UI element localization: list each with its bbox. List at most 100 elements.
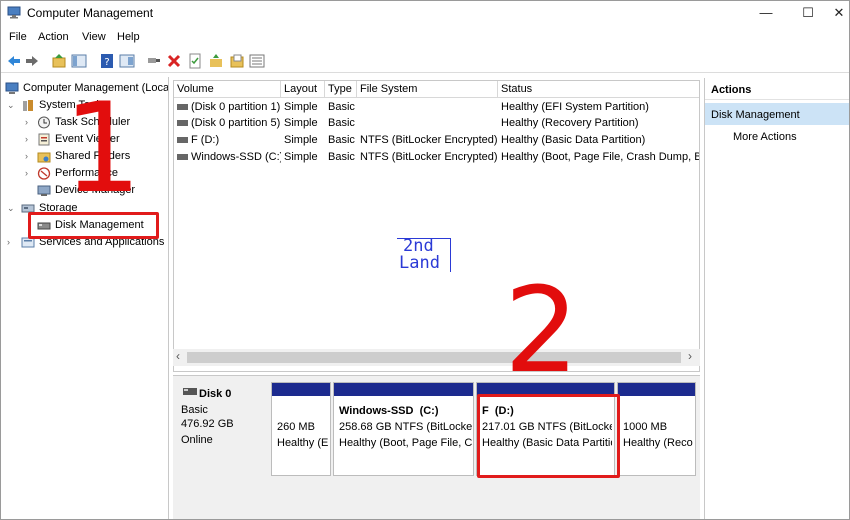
window-title: Computer Management: [27, 6, 154, 20]
collapse-arrow-icon[interactable]: ⌄: [7, 100, 15, 111]
disk-name: Disk 0: [199, 388, 232, 400]
forward-arrow-icon[interactable]: [24, 53, 40, 69]
disk-info[interactable]: Disk 0 Basic 476.92 GB Online: [177, 381, 269, 477]
actions-pane: Actions Disk Management More Actions: [704, 78, 849, 519]
delete-icon[interactable]: [166, 53, 182, 69]
scrollbar-thumb[interactable]: [187, 352, 681, 363]
tools-icon: [23, 100, 33, 111]
checklist-icon[interactable]: [187, 53, 203, 69]
up-folder-icon[interactable]: [51, 53, 67, 69]
partition-windows-ssd[interactable]: Windows-SSD (C:) 258.68 GB NTFS (BitLock…: [333, 382, 474, 476]
cell-status: Healthy (Recovery Partition): [501, 117, 639, 129]
partition-bar: [334, 383, 473, 396]
step-1-marker: 1: [63, 77, 142, 221]
partition-status: Healthy (Reco: [623, 437, 693, 449]
open-folder-icon[interactable]: [229, 53, 245, 69]
properties-icon[interactable]: [119, 53, 135, 69]
partition-status: Healthy (E: [277, 437, 329, 449]
volume-icon: [177, 104, 188, 110]
column-header-volume[interactable]: Volume: [174, 81, 281, 98]
scroll-right-icon[interactable]: ›: [688, 349, 692, 363]
partition-recovery[interactable]: 1000 MB Healthy (Reco: [617, 382, 696, 476]
disk-type: Basic: [181, 404, 208, 416]
svg-text:?: ?: [104, 57, 109, 68]
list-view-icon[interactable]: [249, 53, 265, 69]
toolbar: ?: [1, 49, 849, 73]
show-tree-icon[interactable]: [71, 53, 87, 69]
collapse-arrow-icon[interactable]: ⌄: [7, 203, 15, 214]
cell-layout: Simple: [284, 117, 318, 129]
disk-icon: [183, 388, 197, 395]
computer-management-window: Computer Management — ☐ ✕ File Action Vi…: [0, 0, 850, 520]
clock-icon: [38, 116, 50, 129]
device-manager-icon: [37, 185, 51, 196]
cell-status: Healthy (Boot, Page File, Crash Dump, Ba…: [501, 151, 699, 163]
cell-layout: Simple: [284, 134, 318, 146]
partition-bar: [618, 383, 695, 396]
cell-file-system: [357, 115, 498, 132]
cell-volume: (Disk 0 partition 1): [191, 101, 281, 113]
title-bar: Computer Management — ☐ ✕: [1, 1, 849, 25]
table-row[interactable]: (Disk 0 partition 1) Simple Basic Health…: [174, 99, 699, 116]
action-disk-management[interactable]: Disk Management: [705, 103, 849, 125]
volume-list-header: Volume Layout Type File System Status: [174, 81, 699, 98]
expand-arrow-icon[interactable]: ›: [25, 151, 28, 161]
menu-help[interactable]: Help: [117, 31, 140, 43]
event-viewer-icon: [38, 133, 50, 146]
volume-icon: [177, 120, 188, 126]
shared-folder-icon: [37, 152, 51, 163]
table-row[interactable]: Windows-SSD (C:) Simple Basic NTFS (BitL…: [174, 149, 699, 166]
expand-arrow-icon[interactable]: ›: [25, 168, 28, 178]
partition-efi[interactable]: 260 MB Healthy (E: [271, 382, 331, 476]
watermark-frame: [397, 238, 451, 272]
volume-list: Volume Layout Type File System Status (D…: [173, 80, 700, 372]
cell-status: Healthy (EFI System Partition): [501, 101, 649, 113]
maximize-button[interactable]: ☐: [788, 3, 828, 23]
cell-type: Basic: [328, 151, 355, 163]
computer-management-icon: [7, 6, 21, 19]
column-header-file-system[interactable]: File System: [357, 81, 498, 98]
table-row[interactable]: F (D:) Simple Basic NTFS (BitLocker Encr…: [174, 132, 699, 149]
partition-bar: [272, 383, 330, 396]
performance-icon: [37, 167, 51, 180]
menu-action[interactable]: Action: [38, 31, 69, 43]
volume-icon: [177, 154, 188, 160]
column-header-layout[interactable]: Layout: [281, 81, 325, 98]
cell-status: Healthy (Basic Data Partition): [501, 134, 646, 146]
connect-icon[interactable]: [146, 53, 162, 69]
highlight-disk-management: [28, 212, 159, 239]
minimize-button[interactable]: —: [746, 3, 786, 23]
menu-bar: File Action View Help: [1, 29, 849, 47]
table-row[interactable]: (Disk 0 partition 5) Simple Basic Health…: [174, 115, 699, 132]
partition-name: Windows-SSD (C:): [339, 405, 439, 417]
cell-volume: F (D:): [191, 134, 220, 146]
partition-status: Healthy (Boot, Page File, Cr: [339, 437, 472, 449]
menu-view[interactable]: View: [82, 31, 106, 43]
partition-size: 258.68 GB NTFS (BitLocker: [339, 421, 472, 433]
cell-layout: Simple: [284, 151, 318, 163]
cell-volume: Windows-SSD (C:): [191, 151, 281, 163]
cell-file-system: NTFS (BitLocker Encrypted): [360, 151, 498, 163]
partition-size: 1000 MB: [623, 421, 668, 433]
computer-icon: [5, 82, 19, 94]
highlight-f-partition: [477, 394, 620, 478]
cell-type: Basic: [328, 134, 355, 146]
expand-arrow-icon[interactable]: ›: [25, 134, 28, 144]
disk-status: Online: [181, 434, 213, 446]
cell-file-system: NTFS (BitLocker Encrypted): [360, 134, 498, 146]
back-arrow-icon[interactable]: [6, 53, 22, 69]
cell-type: Basic: [328, 117, 355, 129]
menu-file[interactable]: File: [9, 31, 27, 43]
column-header-status[interactable]: Status: [498, 81, 699, 98]
close-button[interactable]: ✕: [828, 3, 849, 23]
help-icon[interactable]: ?: [99, 53, 115, 69]
cell-type: Basic: [328, 101, 355, 113]
scroll-left-icon[interactable]: ‹: [176, 349, 180, 363]
more-actions-link[interactable]: More Actions: [733, 131, 797, 143]
folder-up-icon[interactable]: [208, 53, 224, 69]
column-header-type[interactable]: Type: [325, 81, 357, 98]
expand-arrow-icon[interactable]: ›: [7, 237, 10, 247]
cell-file-system: [357, 99, 498, 116]
horizontal-scrollbar[interactable]: ‹ ›: [173, 349, 700, 366]
expand-arrow-icon[interactable]: ›: [25, 117, 28, 127]
